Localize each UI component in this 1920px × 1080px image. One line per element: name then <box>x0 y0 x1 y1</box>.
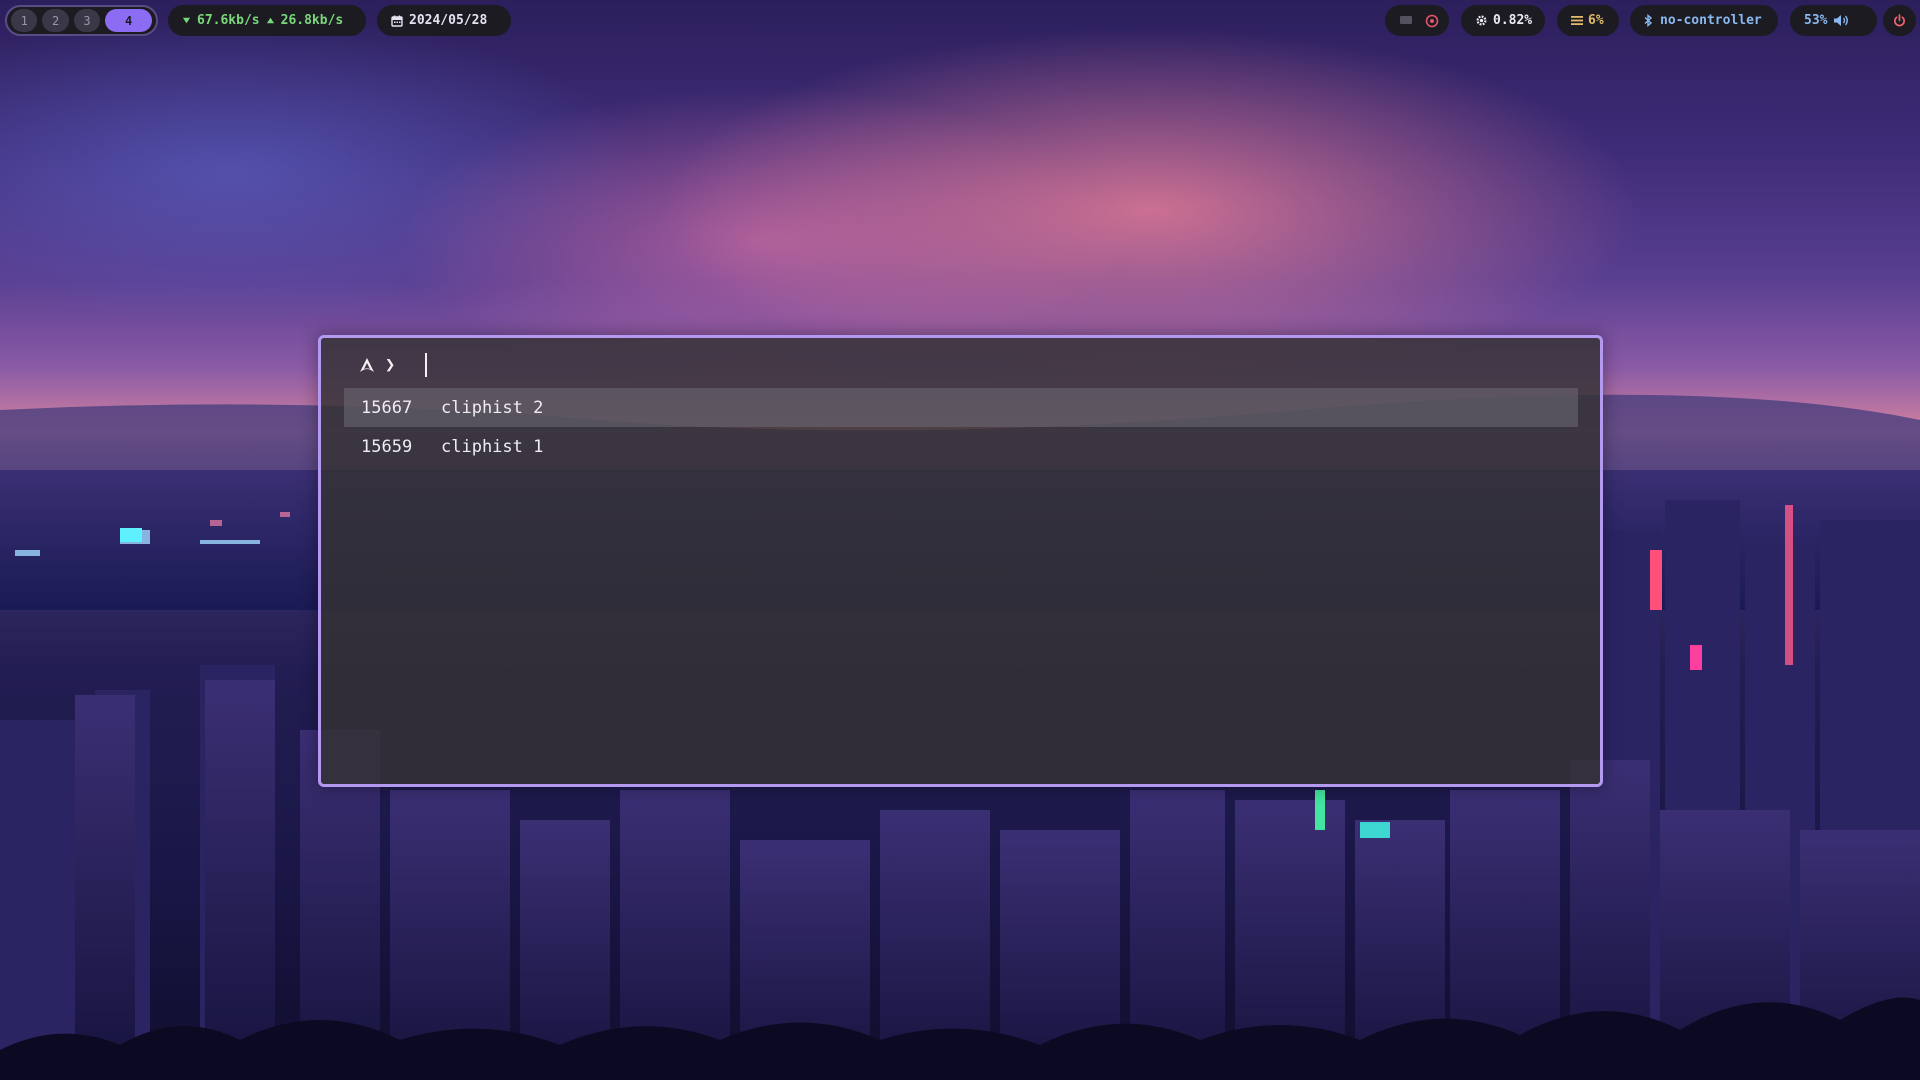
date-text: 2024/05/28 <box>409 13 488 28</box>
cpu-widget[interactable]: 0.82% <box>1461 5 1545 36</box>
top-status-bar: 1 2 3 4 67.6kb/s 26.8kb/s 2024/05/28 0.8… <box>0 0 1920 42</box>
volume-widget[interactable]: 53% <box>1790 5 1877 36</box>
system-tray <box>1385 5 1449 36</box>
memory-usage: 6% <box>1588 13 1604 28</box>
entry-id: 15667 <box>361 397 413 418</box>
record-icon[interactable] <box>1425 14 1439 28</box>
upload-arrow-icon <box>266 16 275 25</box>
cpu-usage: 0.82% <box>1493 13 1533 28</box>
download-arrow-icon <box>182 16 191 25</box>
power-button[interactable] <box>1883 5 1916 36</box>
upload-speed: 26.8kb/s <box>280 13 344 28</box>
calendar-icon <box>391 15 403 27</box>
text-cursor <box>425 353 428 377</box>
download-speed: 67.6kb/s <box>197 13 260 28</box>
bluetooth-widget[interactable]: no-controller <box>1630 5 1778 36</box>
memory-widget[interactable]: 6% <box>1557 5 1619 36</box>
launcher-prompt[interactable]: ❯ <box>359 352 428 378</box>
workspace-3-button[interactable]: 3 <box>73 9 101 32</box>
gear-icon <box>1475 14 1488 27</box>
workspace-switcher: 1 2 3 4 <box>5 5 158 36</box>
entry-text: cliphist 1 <box>441 436 544 457</box>
screen-icon[interactable] <box>1399 15 1413 26</box>
bluetooth-icon <box>1644 14 1653 27</box>
list-item[interactable]: 15667 cliphist 2 <box>344 388 1578 427</box>
arch-logo-icon <box>359 357 375 373</box>
workspace-2-button[interactable]: 2 <box>42 9 69 32</box>
bluetooth-status: no-controller <box>1660 13 1762 28</box>
entry-id: 15659 <box>361 436 413 457</box>
workspace-4-button[interactable]: 4 <box>105 9 153 32</box>
speaker-icon <box>1833 14 1849 27</box>
workspace-1-button[interactable]: 1 <box>11 9 38 32</box>
entry-text: cliphist 2 <box>441 397 544 418</box>
clipboard-launcher-window: ❯ 15667 cliphist 2 15659 cliphist 1 <box>318 335 1603 787</box>
volume-level: 53% <box>1804 13 1828 28</box>
network-speed-widget[interactable]: 67.6kb/s 26.8kb/s <box>168 5 366 36</box>
results-list: 15667 cliphist 2 15659 cliphist 1 <box>344 388 1578 466</box>
memory-icon <box>1571 15 1583 26</box>
prompt-symbol: ❯ <box>385 355 396 375</box>
date-widget[interactable]: 2024/05/28 <box>377 5 511 36</box>
power-icon <box>1893 14 1906 27</box>
list-item[interactable]: 15659 cliphist 1 <box>344 427 1578 466</box>
